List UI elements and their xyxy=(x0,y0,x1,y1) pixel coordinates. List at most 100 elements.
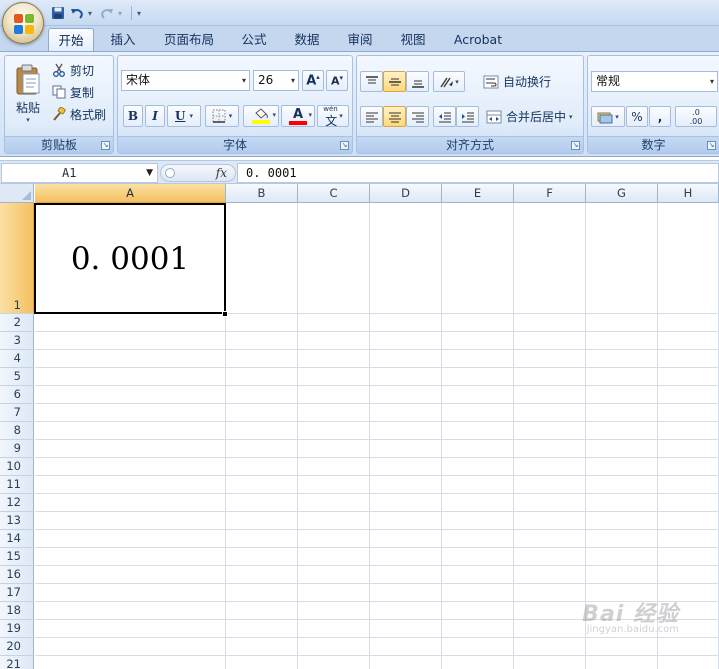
border-icon xyxy=(212,109,226,123)
clipboard-launcher-icon[interactable]: ↘ xyxy=(101,141,110,150)
name-box-value: A1 xyxy=(62,166,77,180)
row-header-12[interactable]: 12 xyxy=(0,494,34,512)
decrease-indent-button[interactable] xyxy=(433,106,456,127)
row-header-14[interactable]: 14 xyxy=(0,530,34,548)
paste-button[interactable]: 粘贴 ▾ xyxy=(8,58,48,130)
row-header-17[interactable]: 17 xyxy=(0,584,34,602)
accounting-format-button[interactable]: ▾ xyxy=(591,106,625,127)
format-painter-button[interactable]: 格式刷 xyxy=(51,104,113,124)
column-header-b[interactable]: B xyxy=(226,184,298,203)
gridline-horizontal xyxy=(35,655,719,656)
row-header-3[interactable]: 3 xyxy=(0,332,34,350)
fill-color-button[interactable]: ▾ xyxy=(243,105,279,127)
undo-dropdown-icon[interactable]: ▾ xyxy=(88,9,96,18)
underline-button[interactable]: U ▾ xyxy=(167,105,201,127)
row-header-15[interactable]: 15 xyxy=(0,548,34,566)
fill-handle[interactable] xyxy=(222,311,228,317)
customize-qat-icon[interactable]: ▾ xyxy=(137,9,147,18)
row-header-10[interactable]: 10 xyxy=(0,458,34,476)
align-right-button[interactable] xyxy=(406,106,429,127)
align-center-button[interactable] xyxy=(383,106,406,127)
comma-style-button[interactable]: , xyxy=(649,106,671,127)
office-button[interactable] xyxy=(2,2,44,44)
row-header-21[interactable]: 21 xyxy=(0,656,34,669)
row-header-8[interactable]: 8 xyxy=(0,422,34,440)
row-header-13[interactable]: 13 xyxy=(0,512,34,530)
italic-button[interactable]: I xyxy=(145,105,165,127)
undo-icon[interactable] xyxy=(69,5,85,21)
row-header-1[interactable]: 1 xyxy=(0,203,34,314)
row-header-5[interactable]: 5 xyxy=(0,368,34,386)
tab-page-layout[interactable]: 页面布局 xyxy=(155,28,223,52)
accounting-dropdown-icon: ▾ xyxy=(615,112,619,121)
percent-style-button[interactable]: % xyxy=(626,106,648,127)
number-group-label: 数字 xyxy=(588,136,719,153)
gridline-horizontal xyxy=(35,583,719,584)
tab-acrobat[interactable]: Acrobat xyxy=(445,28,511,52)
font-size-select[interactable]: 26 ▾ xyxy=(253,70,299,91)
formula-input[interactable]: 0. 0001 xyxy=(237,163,719,183)
row-header-18[interactable]: 18 xyxy=(0,602,34,620)
column-header-a[interactable]: A xyxy=(35,184,226,203)
increase-decimal-button[interactable]: .0 .00 xyxy=(675,106,717,127)
format-painter-label: 格式刷 xyxy=(70,107,107,122)
shrink-font-button[interactable]: A▾ xyxy=(326,70,348,91)
name-box[interactable]: A1 ▼ xyxy=(1,163,158,183)
column-header-g[interactable]: G xyxy=(586,184,658,203)
gridline-vertical xyxy=(369,203,370,669)
copy-button[interactable]: 复制 xyxy=(51,82,111,102)
row-header-7[interactable]: 7 xyxy=(0,404,34,422)
font-color-button[interactable]: A ▾ xyxy=(281,105,315,127)
name-box-dropdown-icon[interactable]: ▼ xyxy=(146,164,153,182)
number-format-dropdown-icon: ▾ xyxy=(709,77,714,86)
row-header-6[interactable]: 6 xyxy=(0,386,34,404)
insert-function-button[interactable]: fx xyxy=(216,165,227,181)
row-header-16[interactable]: 16 xyxy=(0,566,34,584)
tab-review[interactable]: 审阅 xyxy=(340,28,380,52)
grow-font-icon: A▴ xyxy=(306,72,320,89)
tab-formulas[interactable]: 公式 xyxy=(234,28,274,52)
column-header-h[interactable]: H xyxy=(658,184,719,203)
paste-icon xyxy=(16,64,40,95)
font-name-select[interactable]: 宋体 ▾ xyxy=(121,70,250,91)
row-header-9[interactable]: 9 xyxy=(0,440,34,458)
font-launcher-icon[interactable]: ↘ xyxy=(340,141,349,150)
increase-indent-button[interactable] xyxy=(456,106,479,127)
align-top-button[interactable] xyxy=(360,71,383,92)
alignment-group-label: 对齐方式 xyxy=(357,136,583,153)
formula-resize-handle[interactable] xyxy=(165,168,175,178)
tab-data[interactable]: 数据 xyxy=(287,28,327,52)
column-header-d[interactable]: D xyxy=(370,184,442,203)
orientation-button[interactable]: ▾ xyxy=(433,71,465,92)
row-header-19[interactable]: 19 xyxy=(0,620,34,638)
column-header-f[interactable]: F xyxy=(514,184,586,203)
phonetic-glyph: 文 xyxy=(325,114,338,128)
row-header-2[interactable]: 2 xyxy=(0,314,34,332)
bold-button[interactable]: B xyxy=(123,105,143,127)
phonetic-guide-button[interactable]: wén 文 ▾ xyxy=(317,105,349,128)
align-bottom-button[interactable] xyxy=(406,71,429,92)
wrap-text-button[interactable]: 自动换行 xyxy=(482,71,582,92)
column-header-c[interactable]: C xyxy=(298,184,370,203)
number-launcher-icon[interactable]: ↘ xyxy=(707,141,716,150)
cut-button[interactable]: 剪切 xyxy=(51,60,111,80)
cell-a1[interactable]: 0. 0001 xyxy=(34,203,226,314)
align-left-button[interactable] xyxy=(360,106,383,127)
fill-color-swatch xyxy=(252,120,270,124)
grow-font-button[interactable]: A▴ xyxy=(302,70,324,91)
number-format-select[interactable]: 常规 ▾ xyxy=(591,71,718,92)
column-header-e[interactable]: E xyxy=(442,184,514,203)
gridline-vertical xyxy=(441,203,442,669)
row-header-11[interactable]: 11 xyxy=(0,476,34,494)
row-header-20[interactable]: 20 xyxy=(0,638,34,656)
select-all-corner[interactable] xyxy=(0,184,34,203)
tab-home[interactable]: 开始 xyxy=(48,28,94,52)
tab-insert[interactable]: 插入 xyxy=(103,28,143,52)
align-middle-button[interactable] xyxy=(383,71,406,92)
save-icon[interactable] xyxy=(50,5,66,21)
alignment-launcher-icon[interactable]: ↘ xyxy=(571,141,580,150)
borders-button[interactable]: ▾ xyxy=(205,105,239,127)
row-header-4[interactable]: 4 xyxy=(0,350,34,368)
merge-center-button[interactable]: 合并后居中 ▾ xyxy=(485,106,581,127)
tab-view[interactable]: 视图 xyxy=(393,28,433,52)
